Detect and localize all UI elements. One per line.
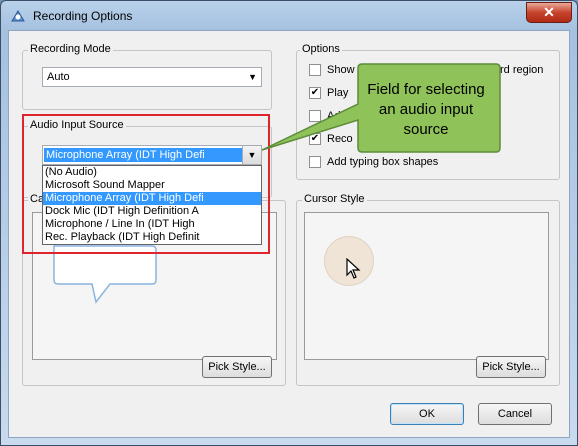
annotation-callout: [261, 63, 501, 153]
annotation-text: Field for selecting an audio input sourc…: [367, 81, 485, 138]
